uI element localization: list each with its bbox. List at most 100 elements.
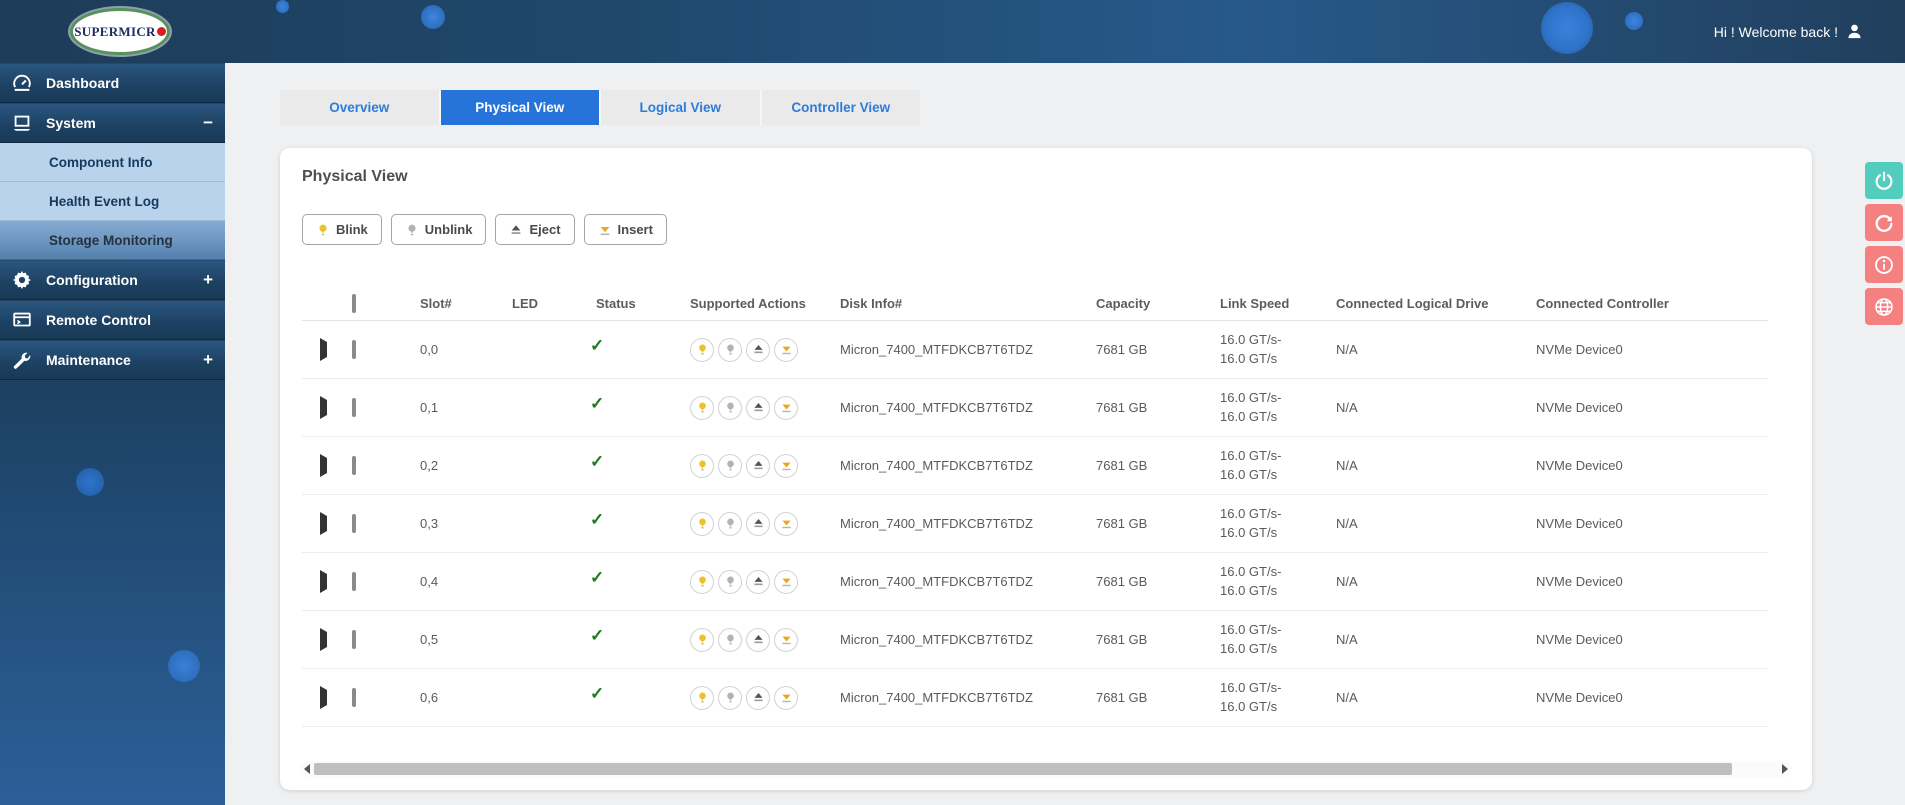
collapse-toggle[interactable]: − bbox=[203, 113, 213, 133]
blink-action-icon[interactable] bbox=[690, 512, 714, 536]
blink-action-icon[interactable] bbox=[690, 628, 714, 652]
unblink-button[interactable]: Unblink bbox=[391, 214, 487, 245]
system-icon bbox=[10, 111, 34, 135]
insert-action-icon[interactable] bbox=[774, 628, 798, 652]
supported-actions bbox=[690, 512, 840, 536]
sidebar-item-dashboard[interactable]: Dashboard bbox=[0, 63, 225, 103]
row-checkbox[interactable] bbox=[352, 688, 356, 707]
eject-action-icon[interactable] bbox=[746, 512, 770, 536]
row-expand-arrow-icon[interactable] bbox=[320, 454, 327, 477]
select-all-checkbox[interactable] bbox=[352, 294, 356, 313]
eject-action-icon[interactable] bbox=[746, 628, 770, 652]
insert-action-icon[interactable] bbox=[774, 686, 798, 710]
expand-toggle[interactable]: + bbox=[203, 270, 213, 290]
capacity-cell: 7681 GB bbox=[1096, 632, 1220, 647]
supermicro-logo[interactable]: SUPERMICR bbox=[70, 8, 170, 55]
blink-action-icon[interactable] bbox=[690, 686, 714, 710]
link-speed-line2: 16.0 GT/s bbox=[1220, 408, 1336, 427]
row-checkbox[interactable] bbox=[352, 456, 356, 475]
unblink-action-icon[interactable] bbox=[718, 686, 742, 710]
tab-physical-view[interactable]: Physical View bbox=[441, 90, 602, 125]
sidebar-item-maintenance[interactable]: Maintenance + bbox=[0, 340, 225, 380]
blink-action-icon[interactable] bbox=[690, 396, 714, 420]
tab-overview[interactable]: Overview bbox=[280, 90, 441, 125]
eject-action-icon[interactable] bbox=[746, 396, 770, 420]
main-content: Overview Physical View Logical View Cont… bbox=[225, 63, 1905, 805]
controller-cell: NVMe Device0 bbox=[1536, 516, 1756, 531]
unblink-action-icon[interactable] bbox=[718, 570, 742, 594]
row-expand-arrow-icon[interactable] bbox=[320, 628, 327, 651]
row-expand-arrow-icon[interactable] bbox=[320, 512, 327, 535]
row-expand-arrow-icon[interactable] bbox=[320, 570, 327, 593]
scroll-left-arrow-icon[interactable] bbox=[304, 764, 310, 774]
supported-actions bbox=[690, 686, 840, 710]
language-button[interactable] bbox=[1865, 288, 1903, 325]
eject-icon bbox=[509, 223, 523, 237]
row-checkbox[interactable] bbox=[352, 398, 356, 417]
scroll-right-arrow-icon[interactable] bbox=[1782, 764, 1788, 774]
unblink-action-icon[interactable] bbox=[718, 628, 742, 652]
sidebar-item-remote-control[interactable]: Remote Control bbox=[0, 300, 225, 340]
eject-button[interactable]: Eject bbox=[495, 214, 574, 245]
disk-info-cell: Micron_7400_MTFDKCB7T6TDZ bbox=[840, 632, 1096, 647]
row-expand-arrow-icon[interactable] bbox=[320, 338, 327, 361]
logical-drive-cell: N/A bbox=[1336, 342, 1536, 357]
row-checkbox[interactable] bbox=[352, 572, 356, 591]
row-expand-arrow-icon[interactable] bbox=[320, 396, 327, 419]
decor-bubble bbox=[168, 650, 200, 682]
scrollbar-thumb[interactable] bbox=[314, 763, 1732, 775]
horizontal-scrollbar[interactable] bbox=[300, 761, 1792, 777]
eject-action-icon[interactable] bbox=[746, 570, 770, 594]
sidebar: Dashboard System − Component Info Health… bbox=[0, 63, 225, 805]
insert-action-icon[interactable] bbox=[774, 396, 798, 420]
disk-info-cell: Micron_7400_MTFDKCB7T6TDZ bbox=[840, 516, 1096, 531]
blink-action-icon[interactable] bbox=[690, 570, 714, 594]
unblink-action-icon[interactable] bbox=[718, 338, 742, 362]
blink-button[interactable]: Blink bbox=[302, 214, 382, 245]
reset-button[interactable] bbox=[1865, 204, 1903, 241]
sidebar-item-system[interactable]: System − bbox=[0, 103, 225, 143]
insert-action-icon[interactable] bbox=[774, 454, 798, 478]
unblink-action-icon[interactable] bbox=[718, 512, 742, 536]
col-link-speed: Link Speed bbox=[1220, 296, 1336, 311]
user-icon[interactable] bbox=[1846, 23, 1863, 40]
insert-action-icon[interactable] bbox=[774, 570, 798, 594]
sidebar-item-component-info[interactable]: Component Info bbox=[0, 143, 225, 182]
view-tabs: Overview Physical View Logical View Cont… bbox=[280, 90, 920, 125]
sidebar-item-configuration[interactable]: Configuration + bbox=[0, 260, 225, 300]
wrench-icon bbox=[10, 348, 34, 372]
link-speed-line2: 16.0 GT/s bbox=[1220, 582, 1336, 601]
eject-action-icon[interactable] bbox=[746, 454, 770, 478]
insert-button[interactable]: Insert bbox=[584, 214, 667, 245]
row-expand-arrow-icon[interactable] bbox=[320, 686, 327, 709]
sidebar-item-health-event-log[interactable]: Health Event Log bbox=[0, 182, 225, 221]
eject-action-icon[interactable] bbox=[746, 338, 770, 362]
row-checkbox[interactable] bbox=[352, 340, 356, 359]
blink-action-icon[interactable] bbox=[690, 338, 714, 362]
decor-bubble bbox=[1541, 2, 1593, 54]
info-button[interactable] bbox=[1865, 246, 1903, 283]
insert-action-icon[interactable] bbox=[774, 512, 798, 536]
sidebar-item-label: Maintenance bbox=[46, 352, 131, 368]
sidebar-item-label: Dashboard bbox=[46, 75, 119, 91]
unblink-action-icon[interactable] bbox=[718, 396, 742, 420]
unblink-action-icon[interactable] bbox=[718, 454, 742, 478]
blink-action-icon[interactable] bbox=[690, 454, 714, 478]
sidebar-item-label: Health Event Log bbox=[49, 194, 159, 209]
expand-toggle[interactable]: + bbox=[203, 350, 213, 370]
sidebar-item-storage-monitoring[interactable]: Storage Monitoring bbox=[0, 221, 225, 260]
decor-bubble bbox=[76, 468, 104, 496]
row-checkbox[interactable] bbox=[352, 630, 356, 649]
tab-logical-view[interactable]: Logical View bbox=[601, 90, 762, 125]
eject-action-icon[interactable] bbox=[746, 686, 770, 710]
sidebar-item-label: Configuration bbox=[46, 272, 138, 288]
controller-cell: NVMe Device0 bbox=[1536, 690, 1756, 705]
insert-action-icon[interactable] bbox=[774, 338, 798, 362]
table-row: 0,5 ✓ Micron_7400_MTFDKCB7T6TDZ bbox=[302, 611, 1768, 669]
row-checkbox[interactable] bbox=[352, 514, 356, 533]
terminal-icon bbox=[10, 308, 34, 332]
power-button[interactable] bbox=[1865, 162, 1903, 199]
tab-controller-view[interactable]: Controller View bbox=[762, 90, 921, 125]
globe-icon bbox=[1873, 296, 1895, 318]
slot-cell: 0,3 bbox=[420, 516, 512, 531]
